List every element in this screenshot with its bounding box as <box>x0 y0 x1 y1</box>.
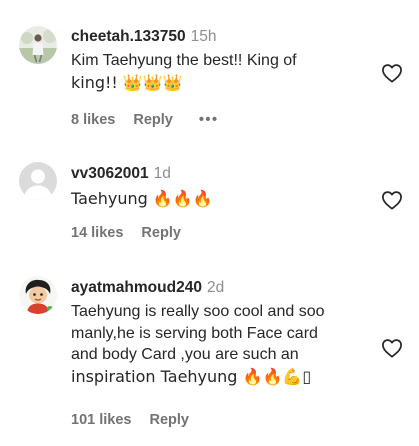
comment-text-line: Taehyung is really soo cool and soo <box>71 303 325 320</box>
comment-text-line: manly,he is serving both Face card <box>71 324 318 342</box>
comment-text-line: Kim Taehyung the best!! King of <box>71 52 297 69</box>
comment-header: ayatmahmoud240 2d <box>71 278 224 298</box>
comment-text-line: Taehyung 🔥🔥🔥 <box>71 189 213 208</box>
like-button[interactable] <box>381 338 403 358</box>
comment-meta: 101 likes Reply <box>71 411 189 429</box>
heart-outline-icon <box>382 64 402 83</box>
comment-text-line: king!! 👑👑👑 <box>71 72 183 92</box>
comment-text: Kim Taehyung the best!! King of king!! 👑… <box>71 50 376 93</box>
likes-count[interactable]: 101 likes <box>71 411 131 429</box>
reply-button[interactable]: Reply <box>149 411 189 429</box>
comment-header: vv3062001 1d <box>71 164 171 184</box>
heart-outline-icon <box>382 339 402 358</box>
comment-text-line: and body Card ,you are such an <box>71 346 299 363</box>
username-link[interactable]: ayatmahmoud240 <box>71 279 202 296</box>
comment-meta: 8 likes Reply ••• <box>71 111 219 129</box>
avatar[interactable] <box>19 26 57 64</box>
timestamp: 1d <box>153 165 171 182</box>
username-link[interactable]: vv3062001 <box>71 165 149 182</box>
comment-header: cheetah.133750 15h <box>71 27 216 47</box>
username-link[interactable]: cheetah.133750 <box>71 28 186 45</box>
comment-text: Taehyung is really soo cool and soo manl… <box>71 301 376 387</box>
comment-text-line: inspiration Taehyung 🔥🔥💪▯ <box>71 366 312 386</box>
heart-outline-icon <box>382 191 402 210</box>
more-options-button[interactable]: ••• <box>199 111 219 129</box>
timestamp: 2d <box>206 279 225 296</box>
comment-meta: 14 likes Reply <box>71 224 181 242</box>
likes-count[interactable]: 8 likes <box>71 111 115 129</box>
comment-text: Taehyung 🔥🔥🔥 <box>71 188 376 210</box>
default-avatar-icon <box>19 162 57 200</box>
reply-button[interactable]: Reply <box>141 224 181 242</box>
like-button[interactable] <box>381 190 403 210</box>
profile-photo-figure <box>19 26 57 64</box>
cartoon-character-avatar <box>19 276 57 314</box>
timestamp: 15h <box>190 28 217 45</box>
avatar[interactable] <box>19 276 57 314</box>
likes-count[interactable]: 14 likes <box>71 224 123 242</box>
avatar[interactable] <box>19 162 57 200</box>
reply-button[interactable]: Reply <box>133 111 173 129</box>
like-button[interactable] <box>381 63 403 83</box>
